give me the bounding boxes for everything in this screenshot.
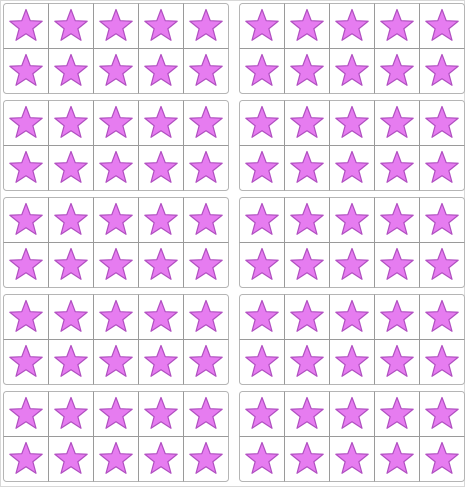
ten-frame (3, 3, 229, 94)
ten-frame (3, 100, 229, 191)
ten-frame (3, 197, 229, 288)
ten-frame (239, 294, 465, 385)
ten-frames-canvas (0, 0, 465, 487)
ten-frame (3, 294, 229, 385)
ten-frame (239, 3, 465, 94)
ten-frame (239, 391, 465, 482)
ten-frame (3, 391, 229, 482)
ten-frame (239, 197, 465, 288)
ten-frame (239, 100, 465, 191)
